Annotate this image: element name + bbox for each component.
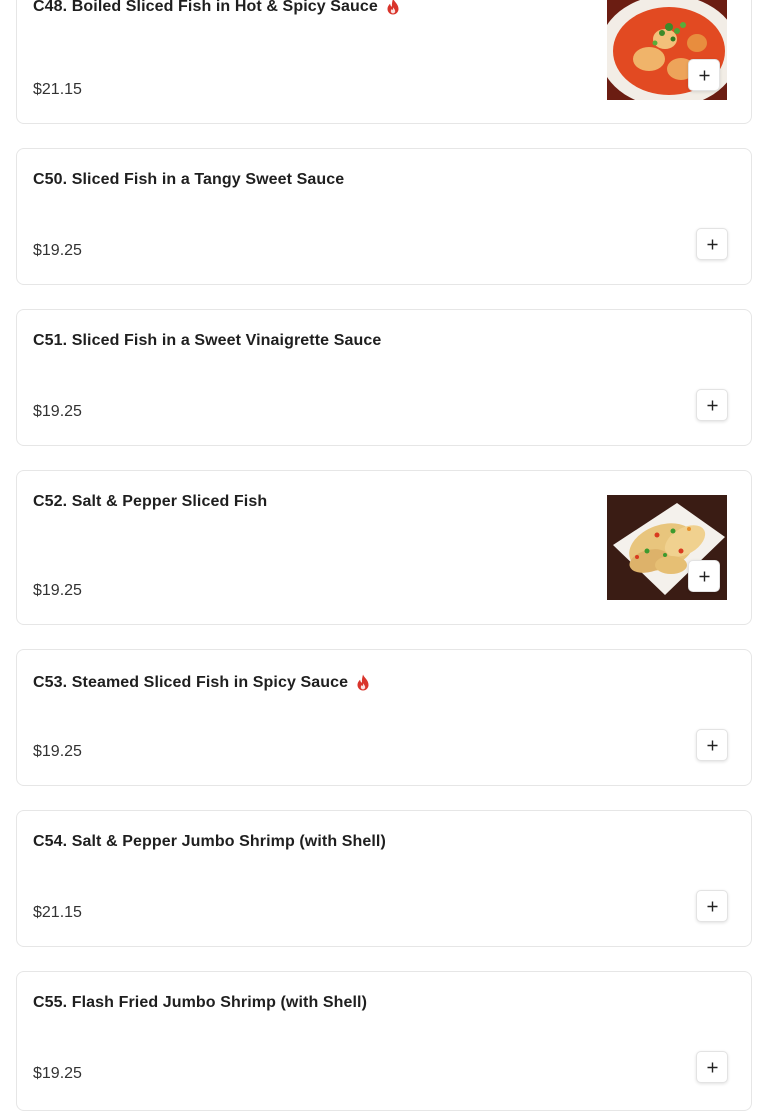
menu-item-title-row: C55. Flash Fried Jumbo Shrimp (with Shel… <box>33 994 367 1012</box>
plus-icon <box>707 1062 717 1072</box>
menu-item-card[interactable]: C50. Sliced Fish in a Tangy Sweet Sauce … <box>16 148 752 285</box>
plus-icon <box>707 239 717 249</box>
add-item-button[interactable] <box>696 890 728 922</box>
plus-icon <box>707 740 717 750</box>
menu-item-card[interactable]: C53. Steamed Sliced Fish in Spicy Sauce … <box>16 649 752 786</box>
menu-item-card[interactable]: C54. Salt & Pepper Jumbo Shrimp (with Sh… <box>16 810 752 947</box>
menu-item-title-row: C50. Sliced Fish in a Tangy Sweet Sauce <box>33 171 344 189</box>
menu-item-title: C52. Salt & Pepper Sliced Fish <box>33 493 268 510</box>
menu-item-card[interactable]: C48. Boiled Sliced Fish in Hot & Spicy S… <box>16 0 752 124</box>
menu-item-price: $21.15 <box>33 904 82 921</box>
menu-item-title-row: C48. Boiled Sliced Fish in Hot & Spicy S… <box>33 0 401 16</box>
add-item-button[interactable] <box>696 389 728 421</box>
menu-item-title-row: C54. Salt & Pepper Jumbo Shrimp (with Sh… <box>33 833 386 851</box>
menu-item-price: $19.25 <box>33 582 82 599</box>
menu-item-title: C51. Sliced Fish in a Sweet Vinaigrette … <box>33 332 382 349</box>
menu-item-title: C48. Boiled Sliced Fish in Hot & Spicy S… <box>33 0 378 15</box>
add-item-button[interactable] <box>688 59 720 91</box>
menu-item-card[interactable]: C51. Sliced Fish in a Sweet Vinaigrette … <box>16 309 752 446</box>
menu-item-title: C50. Sliced Fish in a Tangy Sweet Sauce <box>33 171 345 188</box>
plus-icon <box>707 400 717 410</box>
menu-item-title: C53. Steamed Sliced Fish in Spicy Sauce <box>33 674 349 691</box>
add-item-button[interactable] <box>696 228 728 260</box>
menu-item-title: C54. Salt & Pepper Jumbo Shrimp (with Sh… <box>33 833 386 850</box>
add-item-button[interactable] <box>696 729 728 761</box>
plus-icon <box>707 901 717 911</box>
menu-item-price: $21.15 <box>33 81 82 98</box>
menu-item-card[interactable]: C55. Flash Fried Jumbo Shrimp (with Shel… <box>16 971 752 1111</box>
menu-item-title-row: C52. Salt & Pepper Sliced Fish <box>33 493 267 511</box>
flame-icon <box>357 674 369 691</box>
plus-icon <box>699 571 709 581</box>
plus-icon <box>699 70 709 80</box>
add-item-button[interactable] <box>696 1051 728 1083</box>
menu-item-price: $19.25 <box>33 242 82 259</box>
add-item-button[interactable] <box>688 560 720 592</box>
menu-item-price: $19.25 <box>33 743 82 760</box>
flame-icon <box>387 0 399 15</box>
menu-item-card[interactable]: C52. Salt & Pepper Sliced Fish $19.25 <box>16 470 752 625</box>
menu-item-price: $19.25 <box>33 403 82 420</box>
menu-item-title-row: C51. Sliced Fish in a Sweet Vinaigrette … <box>33 332 381 350</box>
menu-item-title-row: C53. Steamed Sliced Fish in Spicy Sauce <box>33 674 371 692</box>
menu-item-title: C55. Flash Fried Jumbo Shrimp (with Shel… <box>33 994 368 1011</box>
menu-item-price: $19.25 <box>33 1065 82 1082</box>
